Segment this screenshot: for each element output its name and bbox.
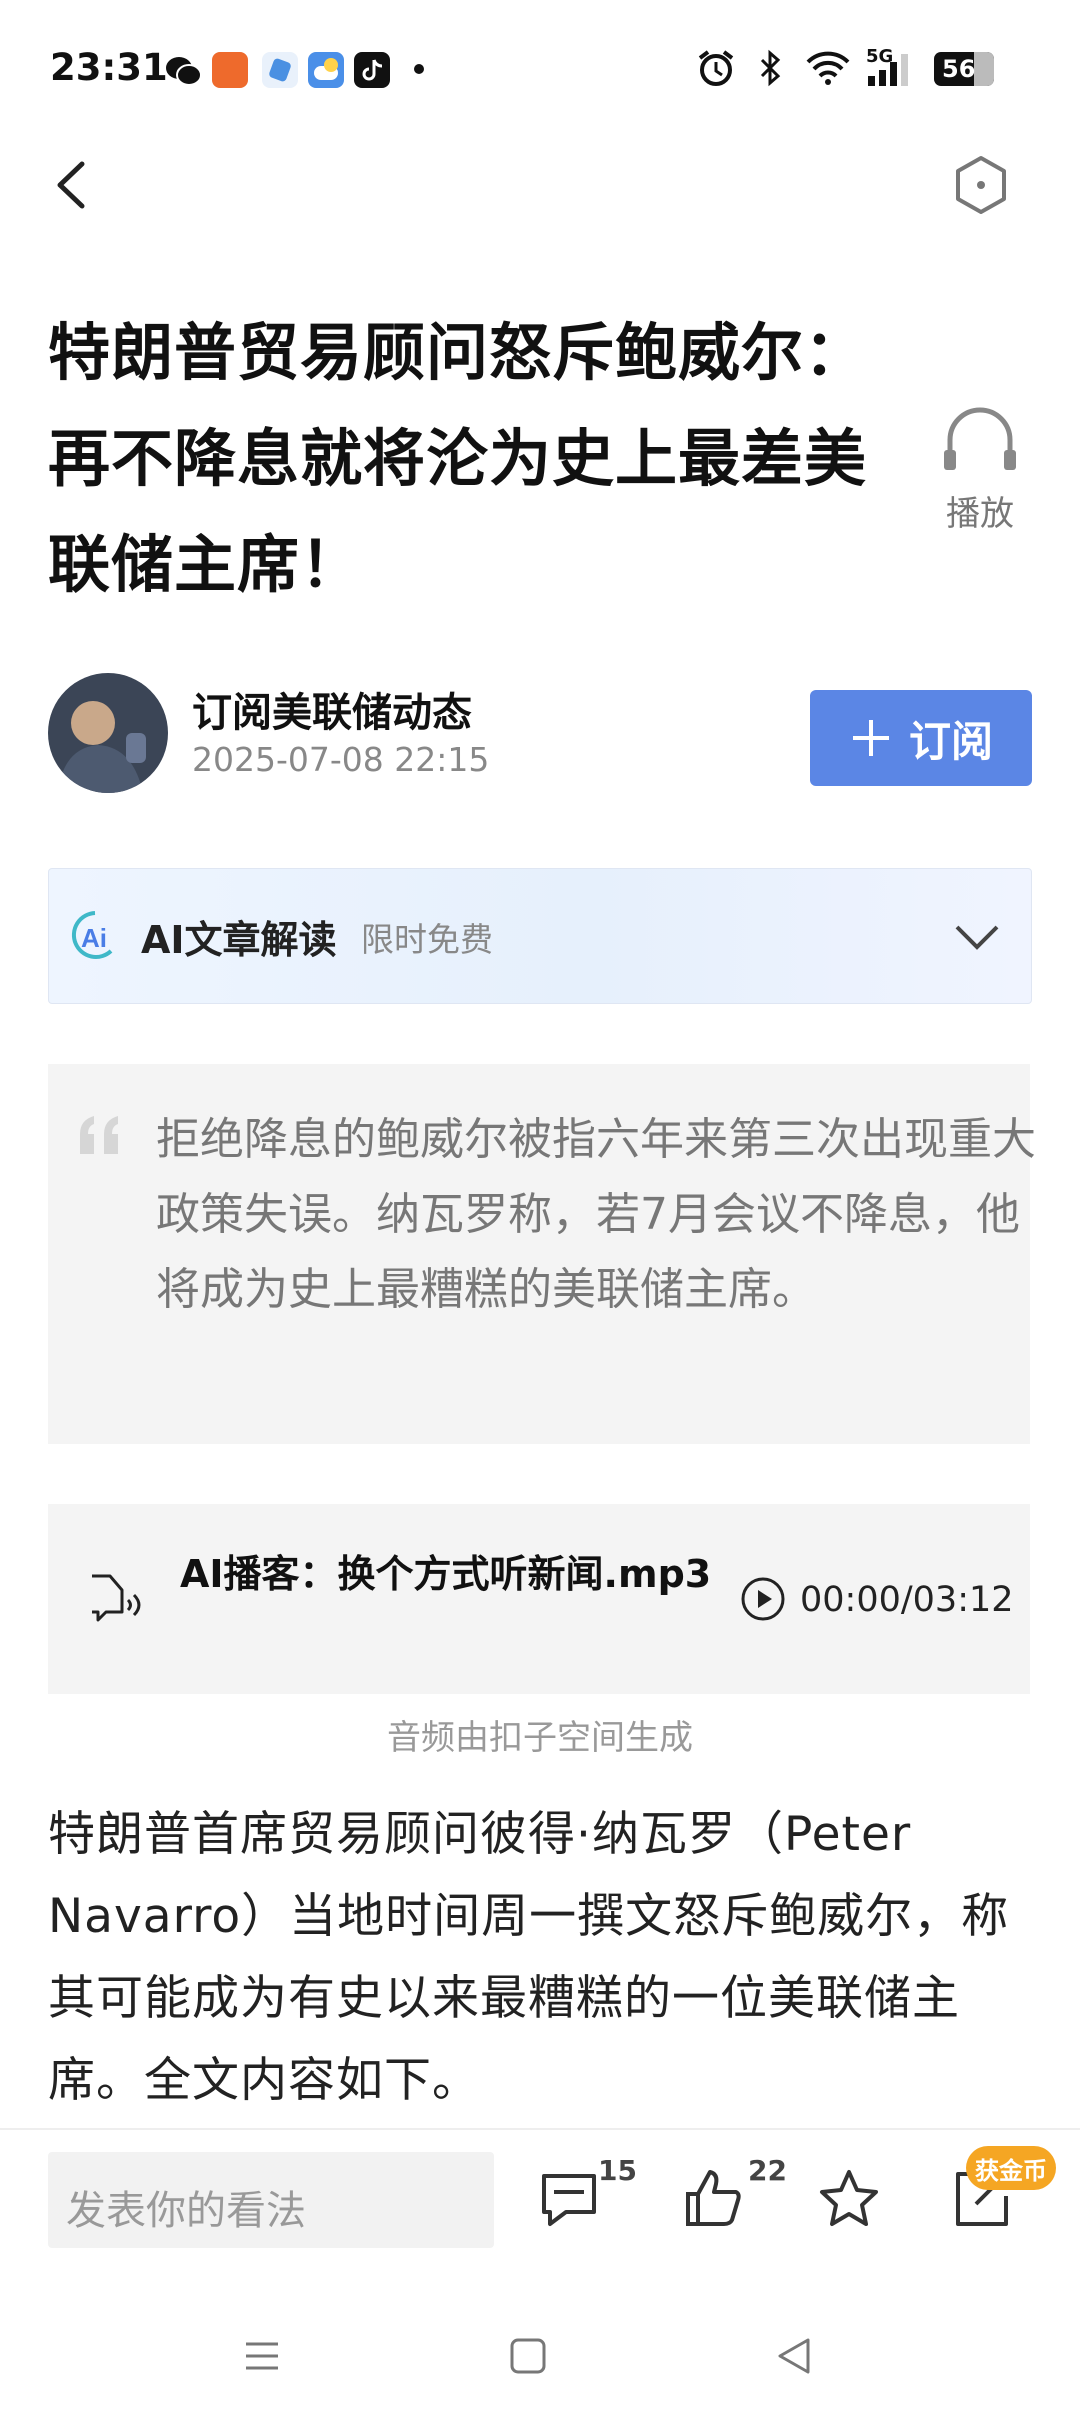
audio-file-icon — [92, 1574, 141, 1622]
notes-icon — [262, 52, 298, 88]
nav-back-icon[interactable] — [774, 2336, 814, 2376]
system-nav-bar — [0, 2296, 1080, 2412]
play-label: 播放 — [946, 494, 1014, 534]
weather-icon — [308, 52, 344, 88]
like-count: 22 — [748, 2154, 787, 2187]
tiktok-icon — [354, 52, 390, 88]
home-icon[interactable] — [508, 2336, 548, 2376]
headphones-icon — [944, 407, 1016, 470]
comment-input[interactable]: 发表你的看法 — [48, 2152, 494, 2248]
audio-caption: 音频由扣子空间生成 — [387, 1718, 693, 1758]
comment-count: 15 — [598, 2154, 637, 2187]
plus-icon — [852, 720, 889, 756]
wechat-icon — [166, 57, 202, 86]
ai-logo-icon: Ai — [71, 911, 113, 959]
bottom-divider — [0, 2128, 1080, 2130]
back-icon[interactable] — [46, 150, 106, 220]
summary-quote: 拒绝降息的鲍威尔被指六年来第三次出现重大政策失误。纳瓦罗称，若7月会议不降息，他… — [48, 1064, 1036, 1444]
article-body: 特朗普首席贸易顾问彼得·纳瓦罗（Peter Navarro）当地时间周一撰文怒斥… — [48, 1807, 1010, 2108]
audio-title: AI播客：换个方式听新闻.mp3 — [180, 1552, 712, 1596]
more-notifications-dot — [414, 64, 424, 74]
chevron-down-icon — [955, 925, 999, 950]
comment-placeholder: 发表你的看法 — [66, 2188, 306, 2234]
status-time: 23:31 — [50, 46, 168, 89]
alarm-icon — [698, 50, 734, 86]
author-avatar[interactable] — [48, 673, 168, 793]
menu-icon[interactable] — [242, 2336, 282, 2376]
like-icon[interactable] — [680, 2166, 746, 2232]
publish-time: 2025-07-08 22:15 — [192, 740, 490, 779]
comment-icon[interactable] — [536, 2166, 602, 2232]
article-title: 特朗普贸易顾问怒斥鲍威尔：再不降息就将沦为史上最差美联储主席！ — [48, 316, 868, 601]
battery-level: 56 — [942, 55, 976, 83]
star-icon[interactable] — [816, 2166, 882, 2232]
hexagon-icon[interactable] — [946, 150, 1016, 220]
audio-time: 00:00/03:12 — [800, 1580, 1014, 1620]
status-bar: 23:31 5G 56 — [0, 0, 1080, 130]
ai-summary-title: AI文章解读 — [141, 918, 337, 962]
subscribe-button[interactable]: 订阅 — [810, 690, 1032, 786]
coin-badge: 获金币 — [966, 2146, 1056, 2190]
app-notify-icon — [212, 52, 248, 88]
ai-summary-bar[interactable]: Ai AI文章解读 限时免费 — [48, 868, 1032, 1004]
bluetooth-icon — [760, 49, 781, 87]
summary-text: 拒绝降息的鲍威尔被指六年来第三次出现重大政策失误。纳瓦罗称，若7月会议不降息，他… — [156, 1114, 1036, 1315]
play-icon[interactable] — [740, 1576, 786, 1622]
subscribe-label: 订阅 — [908, 716, 993, 766]
ai-free-tag: 限时免费 — [361, 920, 493, 959]
author-name[interactable]: 订阅美联储动态 — [192, 680, 472, 738]
signal-icon — [868, 54, 908, 86]
quote-icon — [80, 1116, 118, 1154]
audio-player[interactable]: AI播客：换个方式听新闻.mp3 00:00/03:12 — [48, 1504, 1030, 1694]
svg-text:Ai: Ai — [81, 923, 107, 953]
wifi-icon — [806, 51, 850, 85]
play-audio-button[interactable]: 播放 — [930, 398, 1030, 538]
battery-icon: 56 — [934, 52, 994, 86]
